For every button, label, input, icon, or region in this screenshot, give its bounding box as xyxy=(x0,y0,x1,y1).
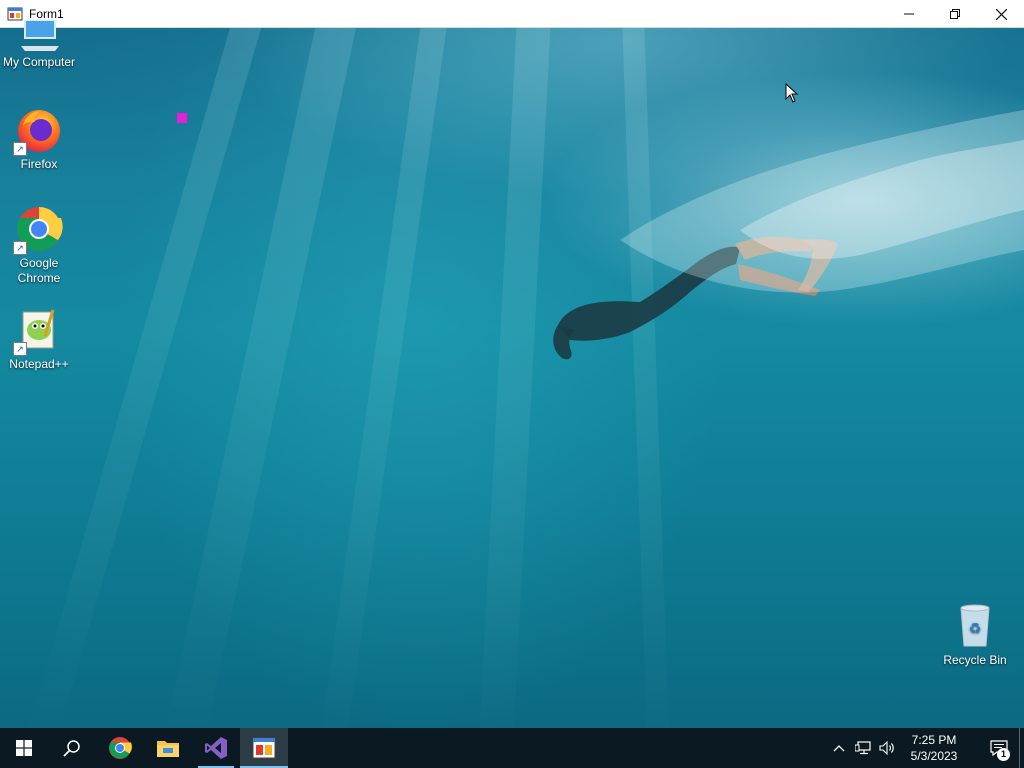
clock[interactable]: 7:25 PM 5/3/2023 xyxy=(899,732,969,764)
recycle-bin-icon: ♻ xyxy=(951,602,999,650)
start-button[interactable] xyxy=(0,728,48,768)
firefox-icon: ↗ xyxy=(13,106,63,156)
close-icon xyxy=(995,8,1007,20)
taskbar-form1-button[interactable] xyxy=(240,728,288,768)
desktop-wallpaper xyxy=(0,0,1024,728)
desktop-icon-label: Firefox xyxy=(20,157,58,171)
taskbar-visual-studio-button[interactable] xyxy=(192,728,240,768)
show-desktop-button[interactable] xyxy=(1019,728,1024,768)
window-title: Form1 xyxy=(29,6,64,21)
file-explorer-icon xyxy=(157,741,179,757)
desktop-icon-google-chrome[interactable]: ↗ Google Chrome xyxy=(1,205,77,286)
chrome-icon: ↗ xyxy=(13,205,63,255)
taskbar-chrome-button[interactable] xyxy=(96,728,144,768)
start-icon xyxy=(16,740,32,756)
speaker-icon xyxy=(879,741,894,755)
clock-date: 5/3/2023 xyxy=(910,749,958,763)
show-hidden-icons-button[interactable] xyxy=(827,728,851,768)
desktop-icon-recycle-bin[interactable]: ♻ Recycle Bin xyxy=(937,602,1013,668)
desktop-icon-label: My Computer xyxy=(2,55,76,69)
action-center-button[interactable]: 1 xyxy=(979,728,1019,768)
desktop-icon-my-computer[interactable]: My Computer xyxy=(1,20,77,70)
minimize-button[interactable] xyxy=(886,0,932,28)
system-tray: 7:25 PM 5/3/2023 1 xyxy=(827,728,1024,768)
desktop-icon-notepad-plus-plus[interactable]: ↗ Notepad++ xyxy=(1,306,77,372)
desktop-icon-label: Notepad++ xyxy=(9,357,69,371)
volume-button[interactable] xyxy=(875,728,899,768)
restore-icon xyxy=(950,9,960,19)
visual-studio-icon xyxy=(205,737,227,759)
svg-text:♻: ♻ xyxy=(969,621,982,637)
notification-count-badge: 1 xyxy=(997,748,1010,761)
form1-title-bar[interactable]: Form1 xyxy=(0,0,1024,28)
chrome-icon xyxy=(109,737,132,759)
computer-icon xyxy=(15,20,63,52)
mouse-cursor-icon xyxy=(785,83,799,103)
search-button[interactable] xyxy=(48,728,96,768)
shortcut-arrow-icon: ↗ xyxy=(13,342,27,356)
shortcut-arrow-icon: ↗ xyxy=(13,241,27,255)
network-icon xyxy=(855,741,871,755)
restore-button[interactable] xyxy=(932,0,978,28)
notepadpp-icon: ↗ xyxy=(13,306,63,356)
clock-time: 7:25 PM xyxy=(911,733,957,747)
shortcut-arrow-icon: ↗ xyxy=(13,142,27,156)
desktop-icon-label: Google Chrome xyxy=(17,256,61,285)
search-icon xyxy=(63,740,80,757)
desktop-icon-label: Recycle Bin xyxy=(943,653,1007,667)
network-button[interactable] xyxy=(851,728,875,768)
taskbar-file-explorer-button[interactable] xyxy=(144,728,192,768)
taskbar: 7:25 PM 5/3/2023 1 xyxy=(0,728,1024,768)
chevron-up-icon xyxy=(833,745,845,752)
desktop-icon-firefox[interactable]: ↗ Firefox xyxy=(1,106,77,172)
magenta-marker xyxy=(177,113,187,123)
minimize-icon xyxy=(904,13,914,15)
surface-foam xyxy=(620,110,1024,293)
close-button[interactable] xyxy=(978,0,1024,28)
form-app-icon xyxy=(252,737,276,759)
